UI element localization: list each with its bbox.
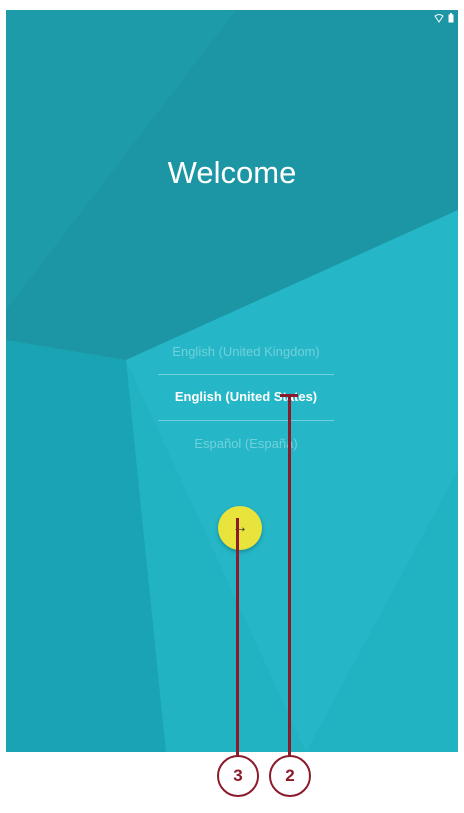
arrow-right-icon: → xyxy=(232,519,248,536)
language-option-us[interactable]: English (United States) xyxy=(156,389,336,404)
language-option-uk[interactable]: English (United Kingdom) xyxy=(156,344,336,359)
language-option-es[interactable]: Español (España) xyxy=(156,436,336,451)
welcome-title: Welcome xyxy=(167,155,297,190)
callout-2: 2 xyxy=(269,755,311,797)
callout-line-2 xyxy=(288,395,291,758)
battery-icon xyxy=(448,13,454,23)
selection-divider-top xyxy=(158,374,334,375)
callout-line-3 xyxy=(236,518,239,758)
callout-tick-2 xyxy=(280,394,298,397)
status-bar xyxy=(434,13,454,23)
wifi-icon xyxy=(434,14,444,23)
next-button[interactable]: → xyxy=(218,506,262,550)
callout-3: 3 xyxy=(217,755,259,797)
background-art xyxy=(6,10,458,752)
setup-screen: Welcome English (United Kingdom) English… xyxy=(6,10,458,752)
selection-divider-bottom xyxy=(158,420,334,421)
